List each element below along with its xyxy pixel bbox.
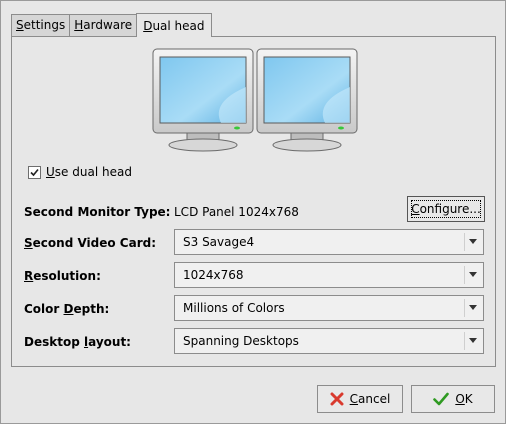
resolution-select[interactable]: 1024x768 [174,262,484,288]
desktop-layout-select[interactable]: Spanning Desktops [174,328,484,354]
color-depth-value: Millions of Colors [183,301,285,315]
tab-settings[interactable]: Settings [11,14,71,36]
right-monitor-icon [256,48,358,152]
color-depth-row: Color Depth: Millions of Colors [24,295,486,323]
desktop-layout-value: Spanning Desktops [183,334,299,348]
checkmark-icon [30,168,39,176]
tab-dual-head[interactable]: Dual head [136,13,212,37]
desktop-layout-label: Desktop layout: [24,335,131,349]
chevron-down-icon [469,305,477,310]
tab-hardware[interactable]: Hardware [69,14,138,36]
dual-monitor-illustration [152,48,358,152]
ok-check-icon [433,392,450,406]
second-video-card-value: S3 Savage4 [183,235,255,249]
second-monitor-type-value: LCD Panel 1024x768 [174,205,299,219]
second-monitor-type-label: Second Monitor Type: [24,205,171,219]
chevron-down-icon [469,338,477,343]
desktop-layout-row: Desktop layout: Spanning Desktops [24,328,486,356]
ok-button[interactable]: OK [411,385,495,413]
use-dual-head-checkbox[interactable]: Use dual head [28,165,132,179]
cancel-button[interactable]: Cancel [317,385,403,413]
checkbox-box[interactable] [28,165,41,179]
dialog-window: Settings Hardware Dual head Use dual hea… [0,0,506,424]
tab-bar: Settings Hardware Dual head [11,13,212,37]
color-depth-select[interactable]: Millions of Colors [174,295,484,321]
configure-button[interactable]: Configure... [407,196,485,222]
cancel-x-icon [330,392,344,406]
use-dual-head-label: Use dual head [46,165,132,179]
second-video-card-label: Second Video Card: [24,236,157,250]
resolution-row: Resolution: 1024x768 [24,262,486,290]
color-depth-label: Color Depth: [24,302,110,316]
dual-head-panel: Use dual head Second Monitor Type: LCD P… [11,36,496,367]
chevron-down-icon [469,239,477,244]
chevron-down-icon [469,272,477,277]
second-video-card-select[interactable]: S3 Savage4 [174,229,484,255]
resolution-label: Resolution: [24,269,101,283]
resolution-value: 1024x768 [183,268,244,282]
second-monitor-row: Second Monitor Type: LCD Panel 1024x768 … [24,196,486,226]
second-video-card-row: Second Video Card: S3 Savage4 [24,229,486,257]
left-monitor-icon [152,48,254,152]
